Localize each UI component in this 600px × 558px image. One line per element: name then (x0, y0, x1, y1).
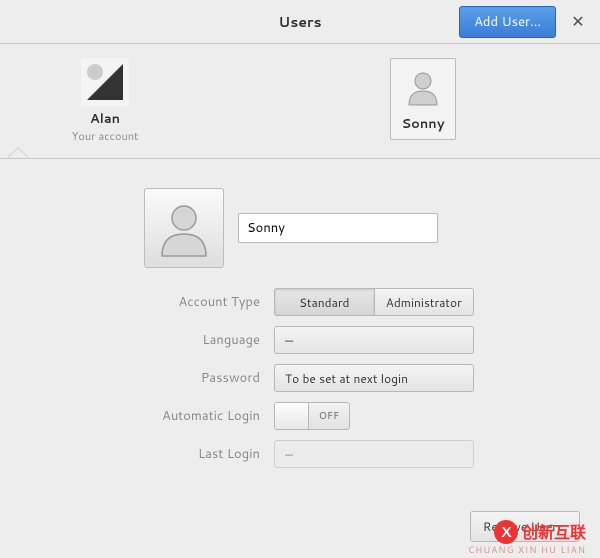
password-button[interactable]: To be set at next login (274, 364, 474, 392)
account-type-label: Account Type (40, 293, 274, 311)
window-title: Users (278, 12, 321, 32)
section-divider (0, 158, 600, 159)
avatar-generic-icon (399, 63, 447, 111)
password-label: Password (40, 369, 274, 387)
account-type-standard[interactable]: Standard (274, 288, 374, 316)
close-button[interactable]: ✕ (564, 8, 592, 36)
user-subtitle-label: Your account (60, 128, 150, 144)
switch-state-label: OFF (309, 403, 349, 429)
user-card-alan[interactable]: Alan Your account (60, 58, 150, 144)
titlebar: Users Add User... ✕ (0, 0, 600, 44)
last-login-value: — (274, 440, 474, 468)
user-detail-pane: Account Type Standard Administrator Lang… (0, 180, 600, 478)
automatic-login-label: Automatic Login (40, 407, 274, 425)
language-label: Language (40, 331, 274, 349)
remove-user-button[interactable]: Remove User... (470, 511, 580, 542)
switch-knob (275, 403, 309, 429)
watermark-sub: CHUANG XIN HU LIAN (468, 543, 586, 556)
account-type-administrator[interactable]: Administrator (374, 288, 475, 316)
automatic-login-switch[interactable]: OFF (274, 402, 350, 430)
avatar-photo (81, 58, 129, 106)
full-name-input[interactable] (238, 213, 438, 243)
last-login-label: Last Login (40, 445, 274, 463)
account-type-toggle[interactable]: Standard Administrator (274, 288, 474, 316)
user-name-label: Sonny (395, 115, 451, 133)
user-name-label: Alan (60, 110, 150, 128)
avatar-picker[interactable] (144, 188, 224, 268)
user-list: Alan Your account Sonny (0, 44, 600, 160)
user-card-sonny[interactable]: Sonny (390, 58, 456, 140)
language-dropdown[interactable]: — (274, 326, 474, 354)
add-user-button[interactable]: Add User... (459, 6, 556, 38)
